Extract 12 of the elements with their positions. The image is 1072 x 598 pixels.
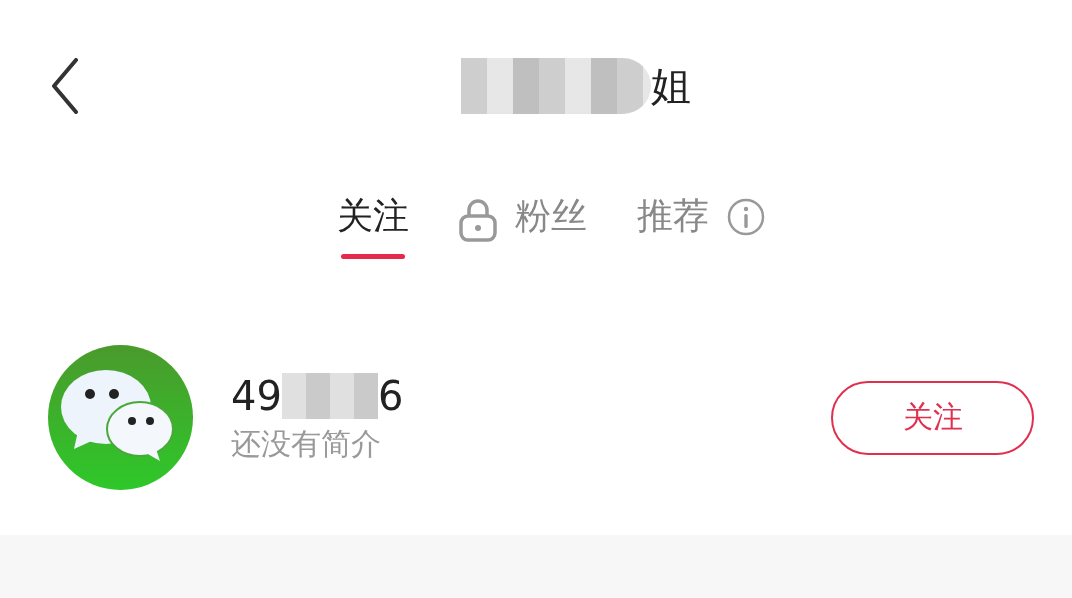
tab[interactable]: 推荐: [637, 170, 709, 270]
page-title: 姐: [651, 62, 691, 111]
user-name: 49: [231, 371, 282, 421]
user-bio: 还没有简介: [231, 424, 382, 463]
tab[interactable]: 关注: [337, 170, 409, 270]
follow-button[interactable]: 关注: [831, 380, 1034, 455]
lock-icon: [459, 198, 497, 242]
info-icon[interactable]: [727, 198, 765, 236]
back-icon[interactable]: [50, 58, 80, 114]
tab[interactable]: 粉丝: [515, 170, 587, 270]
user-name: 6: [377, 371, 404, 421]
avatar[interactable]: [48, 345, 193, 490]
